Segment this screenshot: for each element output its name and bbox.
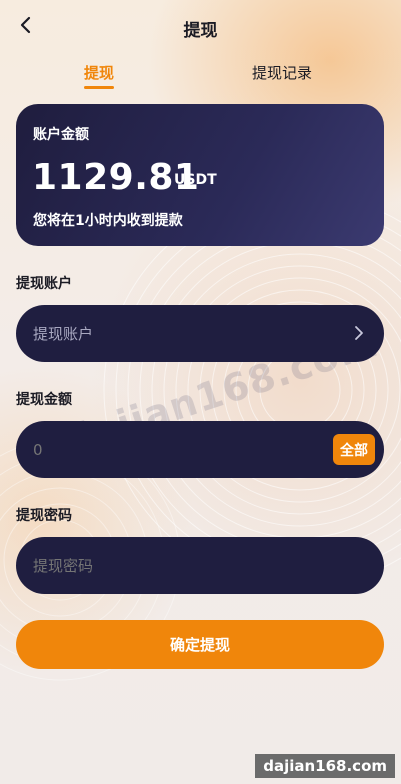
balance-label: 账户金额 — [33, 127, 89, 143]
all-amount-button[interactable]: 全部 — [333, 434, 375, 465]
balance-unit: USDT — [174, 172, 217, 188]
tab-bar: 提现 提现记录 — [0, 62, 401, 92]
account-placeholder: 提现账户 — [33, 325, 94, 343]
password-field — [16, 537, 384, 594]
arrival-note: 您将在1小时内收到提款 — [33, 213, 183, 229]
tab-withdraw-records[interactable]: 提现记录 — [252, 62, 312, 83]
footer-watermark-badge: dajian168.com — [255, 754, 395, 778]
balance-card: 账户金额 1129.81 USDT 您将在1小时内收到提款 — [16, 104, 384, 246]
chevron-right-icon — [355, 326, 363, 340]
password-label: 提现密码 — [16, 508, 72, 524]
amount-field: 全部 — [16, 421, 384, 478]
account-label: 提现账户 — [16, 276, 72, 292]
amount-label: 提现金额 — [16, 392, 72, 408]
confirm-withdraw-button[interactable]: 确定提现 — [16, 620, 384, 669]
password-input[interactable] — [33, 537, 333, 594]
header: 提现 — [0, 0, 401, 52]
page-title: 提现 — [183, 21, 218, 41]
account-select[interactable]: 提现账户 — [16, 305, 384, 362]
tab-withdraw[interactable]: 提现 — [84, 62, 115, 89]
amount-input[interactable] — [33, 421, 333, 478]
